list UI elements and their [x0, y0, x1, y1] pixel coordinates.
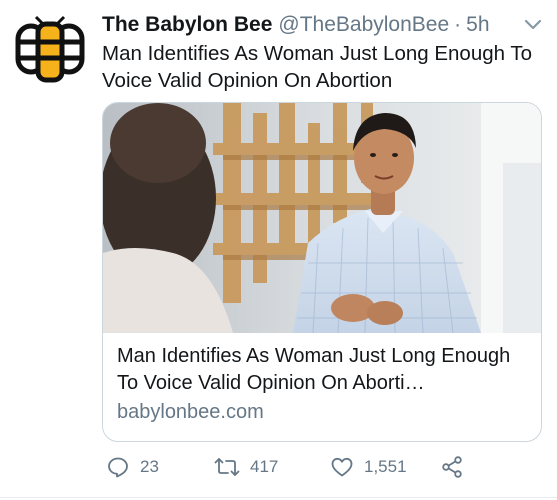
chevron-down-icon: [524, 19, 542, 30]
share-button[interactable]: [440, 452, 464, 482]
divider: [0, 497, 557, 498]
share-icon: [442, 456, 462, 478]
retweet-icon: [214, 458, 240, 476]
card-title[interactable]: Man Identifies As Woman Just Long Enough…: [117, 343, 529, 397]
like-button[interactable]: 1,551: [330, 452, 407, 482]
tweet-header: The Babylon Bee @TheBabylonBee · 5h: [102, 10, 542, 40]
retweet-button[interactable]: 417: [214, 452, 278, 482]
action-bar: 23 417 1,551: [102, 452, 542, 482]
card-body: Man Identifies As Woman Just Long Enough…: [117, 343, 529, 426]
card-image: [103, 103, 541, 333]
heart-icon: [331, 457, 353, 477]
link-card[interactable]: Man Identifies As Woman Just Long Enough…: [102, 102, 542, 442]
retweet-count: 417: [250, 457, 279, 476]
like-count: 1,551: [364, 457, 407, 476]
tweet-text: Man Identifies As Woman Just Long Enough…: [102, 42, 533, 92]
display-name[interactable]: The Babylon Bee: [102, 10, 272, 40]
bee-logo-icon: [15, 15, 85, 83]
tweet[interactable]: The Babylon Bee @TheBabylonBee · 5h Man …: [0, 0, 557, 500]
card-domain[interactable]: babylonbee.com: [117, 399, 529, 426]
reply-count: 23: [140, 457, 159, 476]
reply-icon: [108, 457, 128, 478]
separator: ·: [454, 13, 462, 36]
user-handle[interactable]: @TheBabylonBee: [278, 10, 449, 40]
reply-button[interactable]: 23: [106, 452, 159, 482]
avatar[interactable]: [14, 14, 86, 86]
timestamp[interactable]: 5h: [466, 10, 489, 40]
tweet-menu-button[interactable]: [523, 14, 543, 34]
